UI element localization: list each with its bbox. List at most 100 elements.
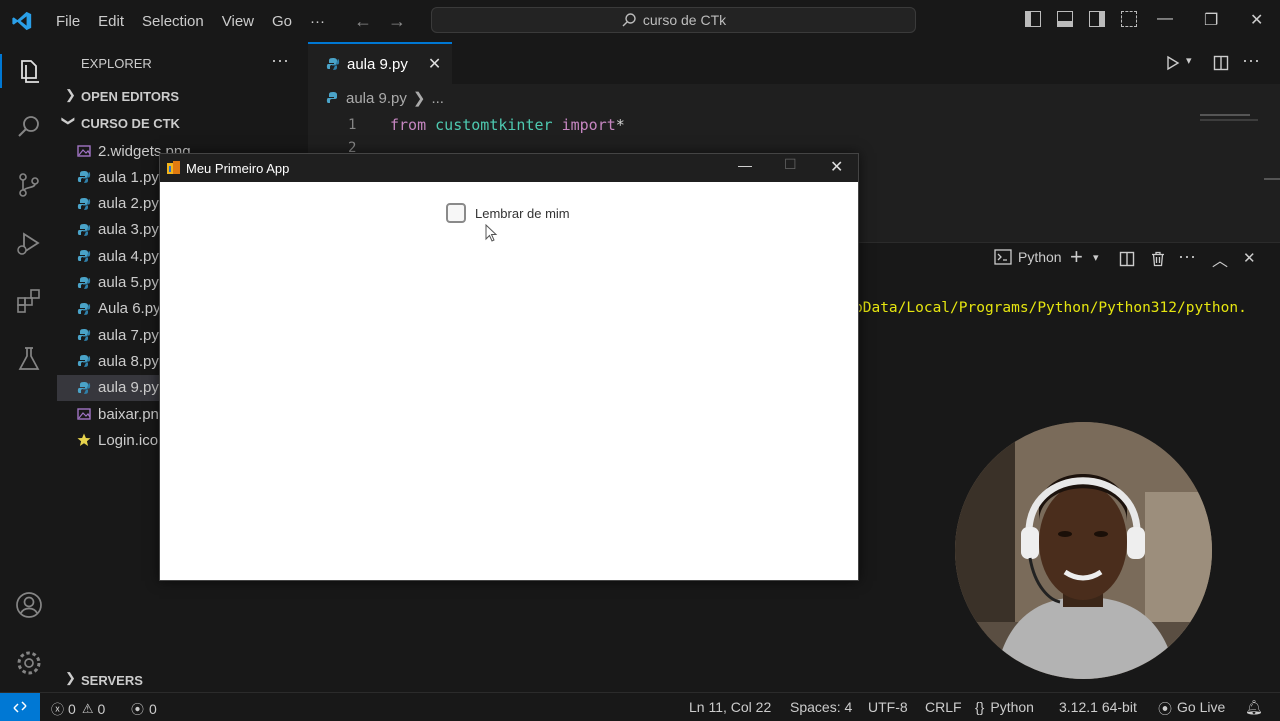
language-label: Python	[990, 699, 1034, 715]
app-title-bar[interactable]: Meu Primeiro App — ☐ ✕	[160, 154, 858, 182]
tab-aula-9[interactable]: aula 9.py ✕	[308, 42, 452, 84]
encoding[interactable]: UTF-8	[868, 699, 908, 715]
explorer-icon[interactable]	[14, 56, 44, 86]
toggle-panel-icon[interactable]	[1057, 11, 1073, 27]
go-live-button[interactable]: ⦿ Go Live	[1158, 699, 1225, 719]
maximize-panel-chevron-icon[interactable]: ︿	[1212, 247, 1228, 271]
tk-feather-icon	[167, 161, 180, 174]
panel-more-icon[interactable]: ···	[1178, 246, 1196, 267]
minimize-icon[interactable]: —	[1157, 10, 1173, 28]
trash-icon[interactable]	[1150, 251, 1166, 267]
toggle-primary-sidebar-icon[interactable]	[1025, 11, 1041, 27]
app-minimize-icon[interactable]: —	[738, 157, 752, 173]
breadcrumb: aula 9.py ❯ ...	[326, 89, 444, 107]
image-file-icon	[77, 145, 91, 157]
editor-tabs: aula 9.py ✕ ▾ ···	[308, 42, 1280, 85]
editor-more-icon[interactable]: ···	[1242, 50, 1260, 71]
file-name: aula 4.py	[98, 247, 159, 265]
run-debug-icon[interactable]	[14, 228, 44, 258]
new-terminal-icon[interactable]: +	[1070, 244, 1083, 270]
open-editors-section[interactable]: ❯ OPEN EDITORS	[57, 84, 308, 108]
presenter-video-image	[955, 422, 1212, 679]
file-name: Login.ico	[98, 431, 159, 449]
mouse-cursor-icon	[485, 224, 498, 242]
toggle-secondary-sidebar-icon[interactable]	[1089, 11, 1105, 27]
cursor-position[interactable]: Ln 11, Col 22	[689, 699, 771, 715]
python-interpreter[interactable]: 3.12.1 64-bit	[1059, 699, 1137, 715]
language-mode[interactable]: {} Python	[975, 699, 1034, 715]
ports-indicator[interactable]: ⦿ 0	[131, 699, 157, 718]
menu-selection[interactable]: Selection	[142, 13, 204, 30]
line-ending[interactable]: CRLF	[925, 699, 962, 715]
split-editor-icon[interactable]	[1213, 55, 1229, 71]
back-arrow-icon[interactable]: ←	[354, 11, 372, 32]
star-icon	[77, 433, 91, 447]
restore-icon[interactable]: ❐	[1204, 10, 1218, 30]
chevron-right-icon: ❯	[65, 670, 76, 685]
extensions-icon[interactable]	[14, 286, 44, 316]
problems-indicator[interactable]: ⓧ 0 ⚠ 0	[51, 699, 105, 718]
terminal-selector[interactable]: Python	[994, 249, 1062, 265]
source-control-icon[interactable]	[14, 170, 44, 200]
file-name: aula 8.py	[98, 352, 159, 370]
folder-section[interactable]: ❯ CURSO DE CTK	[57, 111, 308, 135]
active-indicator	[0, 54, 2, 88]
run-dropdown-chevron-icon[interactable]: ▾	[1186, 54, 1192, 67]
breadcrumb-file[interactable]: aula 9.py	[346, 90, 407, 107]
broadcast-icon: ⦿	[131, 702, 145, 717]
error-count: 0	[68, 700, 76, 717]
servers-section[interactable]: ❯ SERVERS	[57, 668, 308, 692]
close-panel-icon[interactable]: ✕	[1243, 249, 1256, 267]
menu-edit[interactable]: Edit	[98, 13, 124, 30]
menu-file[interactable]: File	[56, 13, 80, 30]
notifications-bell-icon[interactable]: 🔔︎	[1245, 699, 1263, 716]
app-close-icon[interactable]: ✕	[830, 157, 843, 177]
image-file-icon	[77, 408, 91, 420]
remote-indicator[interactable]	[0, 692, 40, 721]
forward-arrow-icon[interactable]: →	[388, 11, 406, 32]
search-icon	[622, 13, 636, 27]
app-maximize-icon[interactable]: ☐	[784, 156, 797, 173]
python-file-icon	[77, 223, 91, 236]
python-file-icon	[326, 58, 340, 70]
terminal-icon	[994, 249, 1012, 265]
line-number: 1	[348, 117, 357, 133]
minimap[interactable]	[1200, 110, 1260, 126]
file-name: Aula 6.py	[98, 300, 161, 318]
code-line-1[interactable]: from customtkinter import*	[390, 114, 625, 137]
code-star: *	[615, 116, 625, 134]
breadcrumb-more[interactable]: ...	[431, 90, 444, 107]
close-tab-icon[interactable]: ✕	[428, 54, 441, 74]
account-icon[interactable]	[14, 590, 44, 620]
go-live-label: Go Live	[1177, 699, 1226, 715]
python-file-icon	[77, 197, 91, 210]
split-terminal-icon[interactable]	[1119, 251, 1135, 267]
close-window-icon[interactable]: ✕	[1250, 10, 1263, 30]
explorer-more-icon[interactable]: ···	[271, 50, 289, 71]
status-bar: ⓧ 0 ⚠ 0 ⦿ 0 Ln 11, Col 22 Spaces: 4 UTF-…	[0, 692, 1280, 721]
customize-layout-icon[interactable]	[1121, 11, 1137, 27]
remember-me-label[interactable]: Lembrar de mim	[475, 206, 570, 221]
menu-more[interactable]: ···	[310, 13, 325, 30]
menu-go[interactable]: Go	[272, 13, 292, 30]
testing-icon[interactable]	[14, 344, 44, 374]
code-module: customtkinter	[435, 116, 553, 134]
ports-count: 0	[149, 700, 157, 717]
vscode-logo-icon	[12, 11, 32, 31]
manage-gear-icon[interactable]	[14, 648, 44, 678]
terminal-dropdown-chevron-icon[interactable]: ▾	[1093, 251, 1099, 264]
search-icon[interactable]	[14, 112, 44, 142]
broadcast-icon: ⦿	[1158, 701, 1172, 717]
explorer-title: EXPLORER	[81, 56, 152, 71]
python-file-icon	[326, 92, 337, 103]
remember-me-checkbox[interactable]	[446, 203, 466, 223]
indentation[interactable]: Spaces: 4	[790, 699, 852, 715]
command-center-search[interactable]: curso de CTk	[431, 7, 916, 33]
python-file-icon	[77, 355, 91, 368]
menu-view[interactable]: View	[222, 13, 254, 30]
file-name: aula 7.py	[98, 326, 159, 344]
servers-label: SERVERS	[81, 673, 143, 688]
remote-icon	[13, 700, 27, 713]
run-python-icon[interactable]	[1165, 55, 1181, 71]
python-file-icon	[77, 276, 91, 289]
